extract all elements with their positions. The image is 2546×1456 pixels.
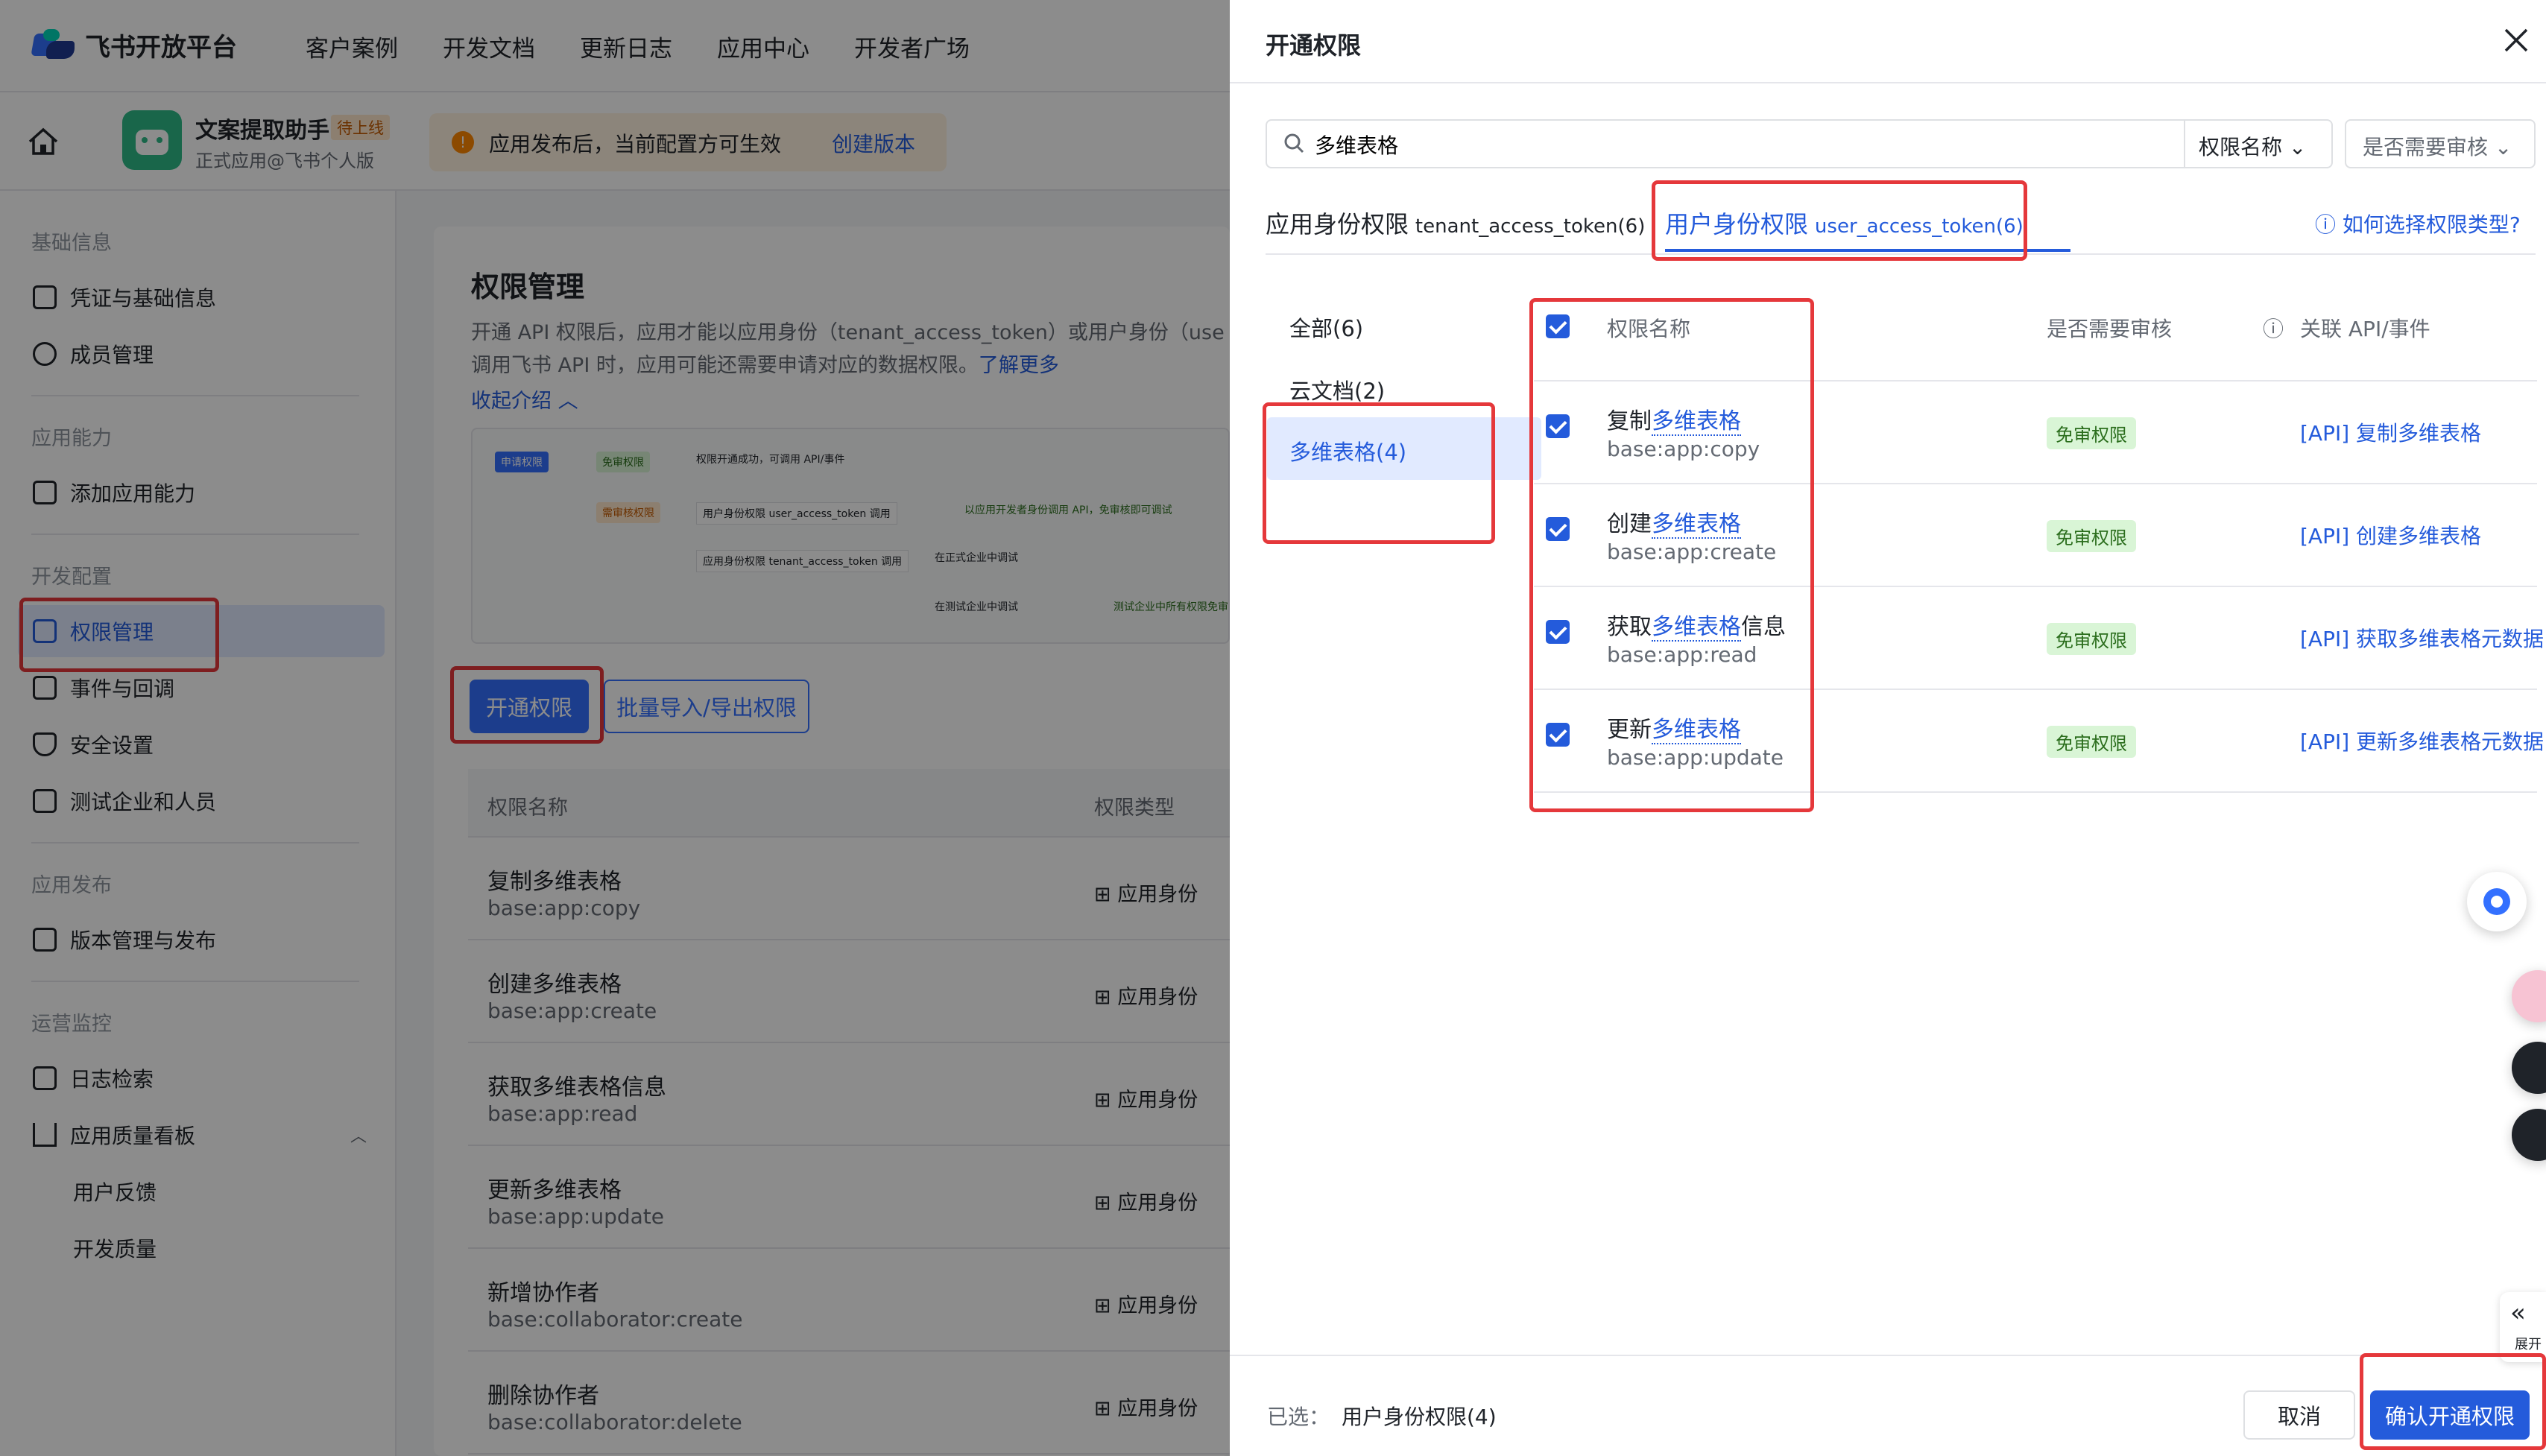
- tab-tenant-permission[interactable]: 应用身份权限 tenant_access_token(6): [1266, 206, 1645, 240]
- cancel-button[interactable]: 取消: [2243, 1390, 2355, 1440]
- modal-overlay[interactable]: [0, 0, 1230, 1456]
- expand-side-panel[interactable]: « 展开: [2500, 1292, 2546, 1362]
- search-icon: [1283, 133, 1304, 153]
- help-link[interactable]: ⓘ 如何选择权限类型?: [2315, 209, 2521, 238]
- related-api-link[interactable]: [API] 更新多维表格元数据: [2300, 726, 2544, 756]
- highlight-user-tab: [1652, 180, 2027, 261]
- category-docs[interactable]: 云文档(2): [1289, 374, 1385, 405]
- close-icon[interactable]: [2503, 27, 2530, 54]
- search-input[interactable]: [1315, 128, 2135, 161]
- grid-float-button[interactable]: [2512, 1042, 2546, 1094]
- related-api-link[interactable]: [API] 获取多维表格元数据: [2300, 623, 2544, 653]
- assistant-float-button[interactable]: [2467, 872, 2527, 931]
- review-free-tag: 免审权限: [2047, 520, 2136, 552]
- selected-label: 已选：: [1267, 1405, 1330, 1429]
- double-chevron-left-icon: «: [2510, 1298, 2526, 1328]
- category-all[interactable]: 全部(6): [1289, 311, 1363, 343]
- question-icon: ⓘ: [2315, 212, 2337, 237]
- info-icon: ⓘ: [2263, 317, 2284, 341]
- review-free-tag: 免审权限: [2047, 623, 2136, 655]
- search-field-select[interactable]: 权限名称 ⌄: [2199, 131, 2306, 161]
- translate-float-button[interactable]: [2512, 970, 2546, 1022]
- drawer-title: 开通权限: [1266, 31, 1362, 60]
- highlight-confirm-button: [2360, 1353, 2546, 1450]
- related-api-link[interactable]: [API] 创建多维表格: [2300, 520, 2481, 550]
- bot-float-button[interactable]: [2512, 1109, 2546, 1161]
- highlight-bitable-category: [1263, 402, 1495, 544]
- review-free-tag: 免审权限: [2047, 726, 2136, 758]
- review-free-tag: 免审权限: [2047, 417, 2136, 449]
- review-filter-select[interactable]: 是否需要审核 ⌄: [2345, 119, 2536, 168]
- chevron-down-icon: ⌄: [2288, 135, 2307, 159]
- search-box: 权限名称 ⌄: [1266, 119, 2333, 168]
- selected-value: 用户身份权限(4): [1342, 1405, 1497, 1429]
- highlight-perm-list: [1529, 298, 1814, 812]
- chevron-down-icon: ⌄: [2494, 135, 2512, 159]
- related-api-link[interactable]: [API] 复制多维表格: [2300, 417, 2481, 447]
